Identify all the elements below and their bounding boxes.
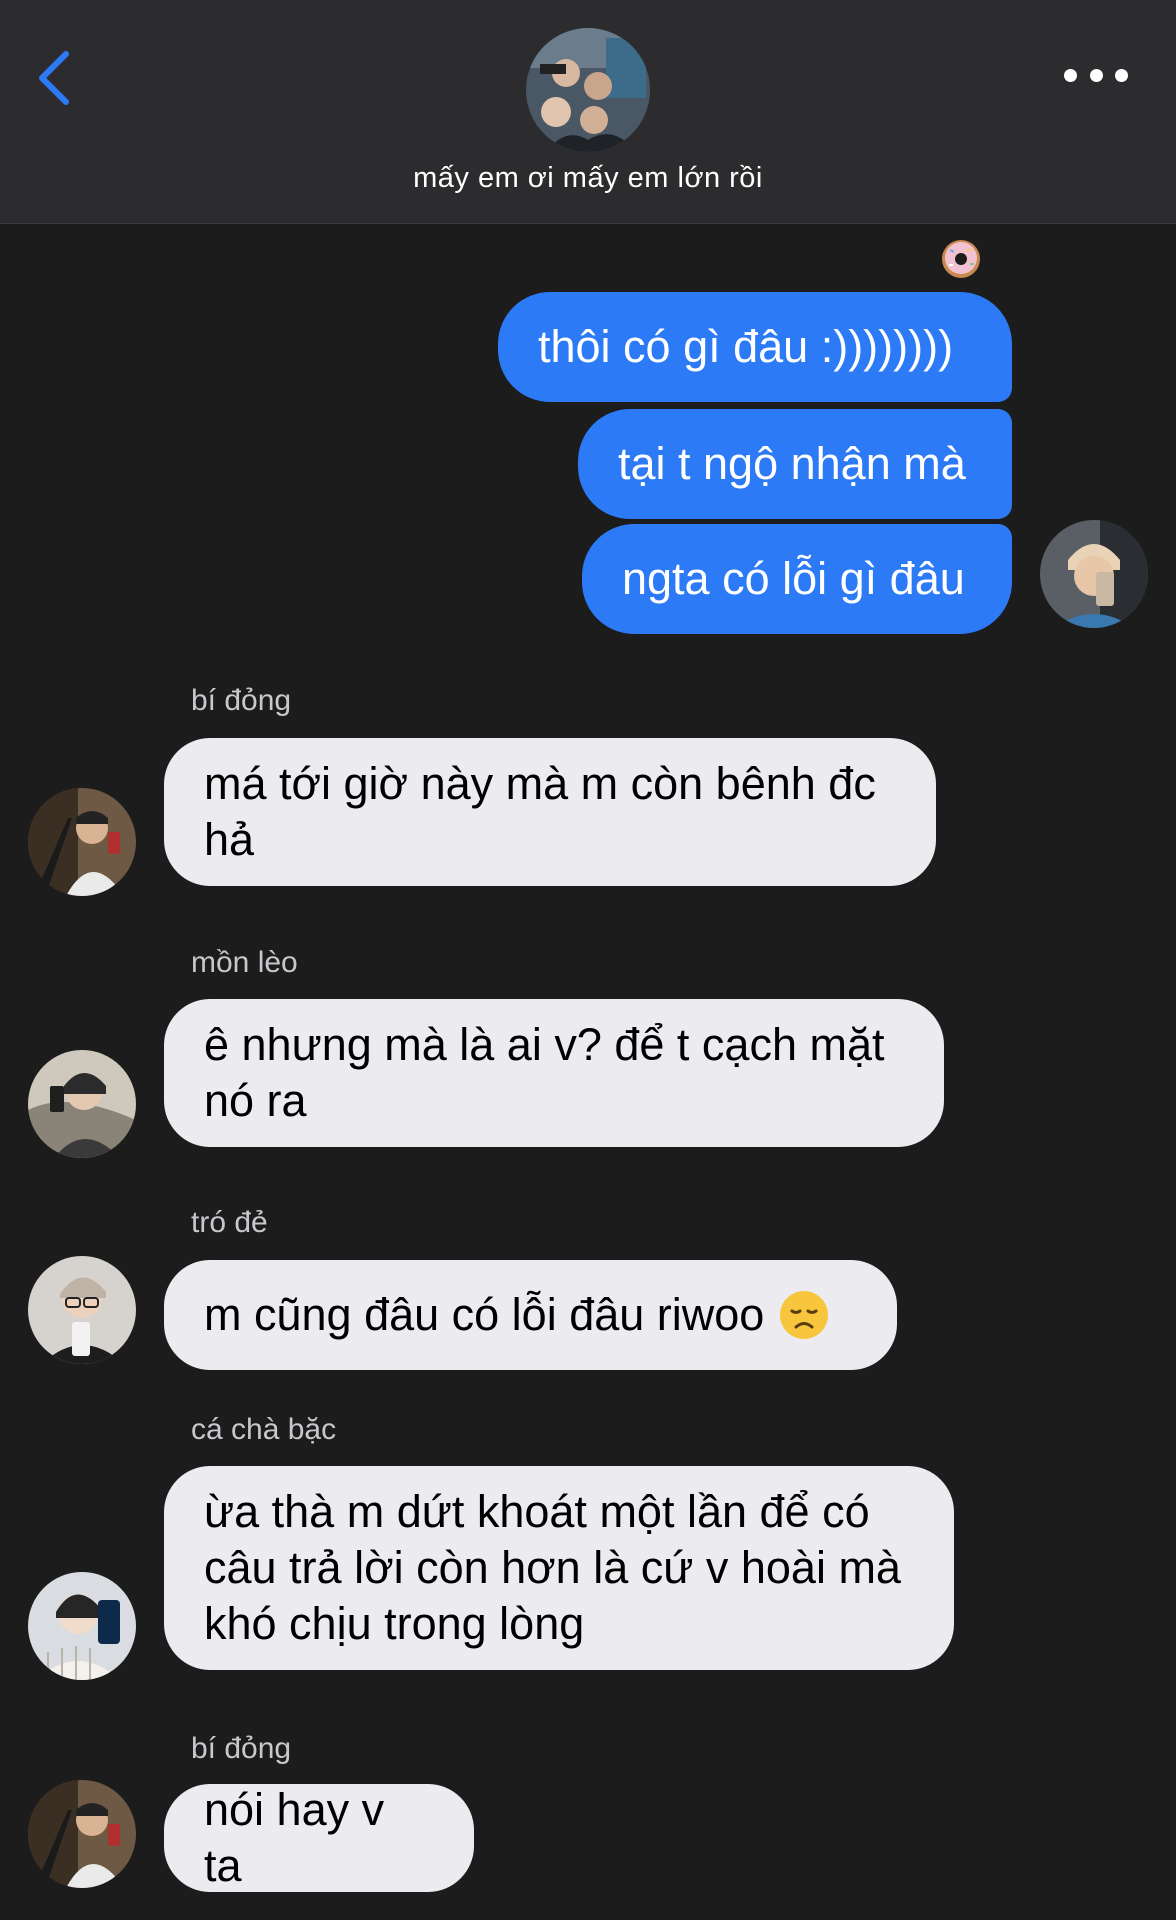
sender-avatar[interactable] [28,1572,136,1680]
sender-avatar[interactable] [28,1780,136,1888]
incoming-message[interactable]: m cũng đâu có lỗi đâu riwoo [164,1260,897,1370]
message-text: ê nhưng mà là ai v? để t cạch mặt nó ra [204,1019,885,1126]
message-text: m cũng đâu có lỗi đâu riwoo [204,1289,765,1340]
message-text: ừa thà m dứt khoát một lần để có câu trả… [204,1486,901,1649]
message-text: nói hay v ta [204,1784,385,1891]
more-horizontal-icon [1064,68,1077,82]
sender-avatar[interactable] [28,1256,136,1364]
message-text: má tới giờ này mà m còn bênh đc hả [204,758,876,865]
outgoing-message[interactable]: ngta có lỗi gì đâu [582,524,1012,634]
disappointed-face-emoji [780,1291,829,1339]
outgoing-message[interactable]: tại t ngộ nhận mà [578,409,1012,519]
more-options-button[interactable] [1064,58,1128,92]
sender-name: bí đỏng [191,684,292,717]
back-button[interactable] [30,46,80,110]
sender-avatar[interactable] [28,1050,136,1158]
sender-name: mồn lèo [191,946,298,979]
sender-name: tró đẻ [191,1206,268,1239]
outgoing-message[interactable]: thôi có gì đâu :)))))))) [498,292,1012,402]
group-avatar[interactable] [526,28,650,152]
sender-avatar[interactable] [28,788,136,896]
chat-title: mấy em ơi mấy em lớn rồi [413,162,763,194]
incoming-message[interactable]: ê nhưng mà là ai v? để t cạch mặt nó ra [164,999,944,1147]
chat-header: mấy em ơi mấy em lớn rồi [0,0,1176,224]
message-text: thôi có gì đâu :)))))))) [538,321,954,372]
message-text: ngta có lỗi gì đâu [622,553,965,604]
message-text: tại t ngộ nhận mà [618,438,966,489]
my-avatar[interactable] [1040,520,1148,628]
incoming-message[interactable]: nói hay v ta [164,1784,474,1892]
donut-reaction-icon[interactable] [940,238,982,280]
chevron-left-icon [39,51,69,105]
incoming-message[interactable]: má tới giờ này mà m còn bênh đc hả [164,738,936,886]
sender-name: cá chà bặc [191,1413,337,1446]
incoming-message[interactable]: ừa thà m dứt khoát một lần để có câu trả… [164,1466,954,1670]
sender-name: bí đỏng [191,1732,292,1765]
